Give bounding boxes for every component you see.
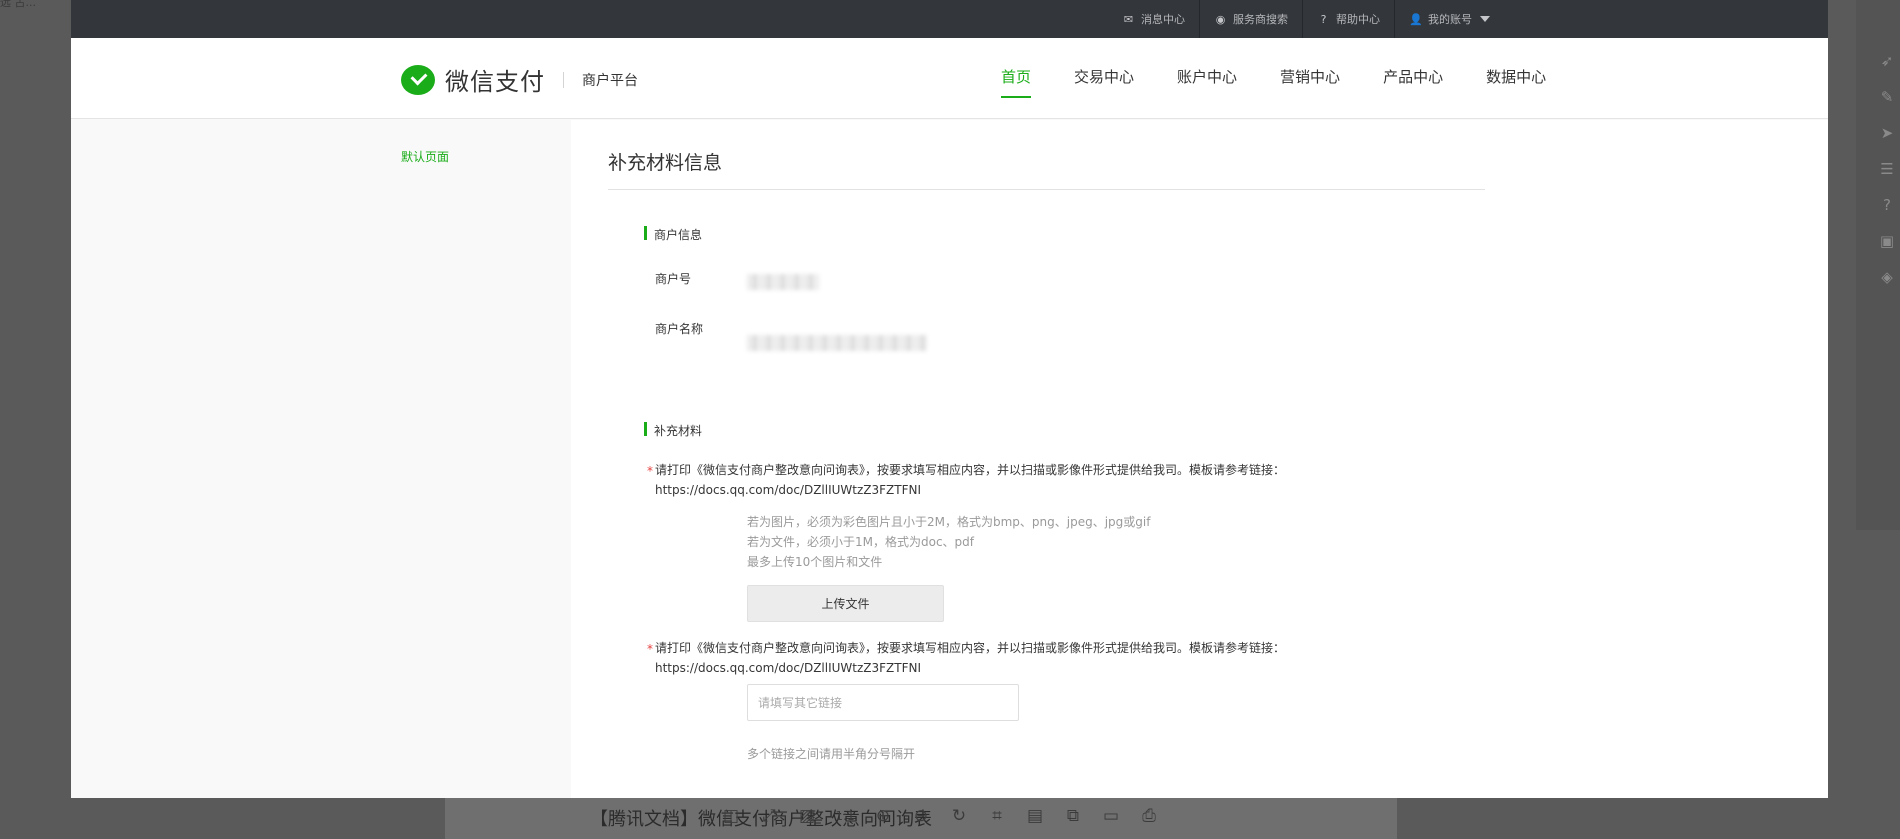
brand-name: 微信支付 (445, 68, 545, 96)
required-asterisk-2: * (647, 642, 653, 656)
main-content: 补充材料信息 商户信息 商户号 商户名称 补充材料 * 请打印《微信支付商户整改… (571, 120, 1828, 798)
link-separator-hint: 多个链接之间请用半角分号隔开 (747, 747, 916, 761)
main-header: 微信支付 商户平台 首页 交易中心 账户中心 营销中心 产品中心 数据中心 (71, 38, 1828, 119)
save-icon[interactable]: ▭ (1100, 805, 1122, 827)
help-icon: ? (1320, 12, 1327, 26)
service-provider-search-link[interactable]: ◉ 服务商搜索 (1199, 0, 1302, 38)
search-icon: ◉ (1215, 12, 1226, 26)
rotate-icon[interactable]: ↻ (948, 805, 970, 827)
nav-product-center[interactable]: 产品中心 (1383, 66, 1443, 98)
help-center-label: 帮助中心 (1336, 13, 1380, 26)
required-asterisk: * (647, 464, 653, 478)
zoom-out-icon[interactable]: ⊖ (910, 805, 932, 827)
merchant-info-heading: 商户信息 (644, 226, 702, 243)
material-1-text: 请打印《微信支付商户整改意向问询表》，按要求填写相应内容，并以扫描或影像件形式提… (655, 463, 1286, 477)
title-divider (608, 189, 1485, 190)
service-provider-search-label: 服务商搜索 (1233, 13, 1288, 26)
message-center-label: 消息中心 (1141, 13, 1185, 26)
merchant-platform-window: ✉ 消息中心 ◉ 服务商搜索 ? 帮助中心 👤 我的账号 微信支付 商户平台 首… (71, 0, 1828, 798)
message-center-link[interactable]: ✉ 消息中心 (1108, 0, 1199, 38)
material-2-instruction: 请打印《微信支付商户整改意向问询表》，按要求填写相应内容，并以扫描或影像件形式提… (655, 638, 1395, 678)
background-corner-text: 远 古... (0, 0, 36, 9)
fit-page-icon[interactable]: ◫ (720, 805, 742, 827)
material-1-instruction: 请打印《微信支付商户整改意向问询表》，按要求填写相应内容，并以扫描或影像件形式提… (655, 460, 1395, 500)
logo-divider (563, 71, 564, 88)
viewer-right-rail (1856, 0, 1900, 530)
merchant-name-label: 商户名称 (655, 322, 704, 336)
settings-sliders-icon[interactable]: ☰ (1878, 160, 1896, 178)
nav-home[interactable]: 首页 (1001, 66, 1032, 98)
location-icon[interactable]: ◈ (1878, 268, 1896, 286)
upload-hint-file: 若为文件，必须小于1M，格式为doc、pdf (747, 535, 975, 549)
my-account-label: 我的账号 (1428, 13, 1472, 26)
crop-icon[interactable]: ⌗ (986, 805, 1008, 827)
cursor-icon[interactable]: ➤ (1878, 124, 1896, 142)
fit-width-icon[interactable]: ⤢ (758, 805, 780, 827)
material-1-template-link[interactable]: https://docs.qq.com/doc/DZllIUWtzZ3FZTFN… (655, 483, 921, 497)
sidebar: 默认页面 (71, 120, 571, 798)
viewer-bottom-toolbar: ◫ ⤢ ▨ 1:1 ⊕ ⊖ ↻ ⌗ ▤ ⧉ ▭ ⎙ (720, 805, 1160, 831)
compare-icon[interactable]: ⧉ (1062, 805, 1084, 827)
help-center-link[interactable]: ? 帮助中心 (1302, 0, 1394, 38)
image-icon[interactable]: ▨ (796, 805, 818, 827)
chevron-down-icon (1480, 16, 1490, 22)
main-nav: 首页 交易中心 账户中心 营销中心 产品中心 数据中心 (1001, 66, 1546, 98)
other-link-input[interactable] (747, 684, 1019, 721)
upload-file-button[interactable]: 上传文件 (747, 585, 944, 622)
rocket-icon[interactable]: ➶ (1878, 52, 1896, 70)
merchant-name-value-redacted (747, 335, 927, 351)
help-circle-icon[interactable]: ? (1878, 196, 1896, 214)
mail-icon: ✉ (1123, 12, 1134, 26)
pen-icon[interactable]: ✎ (1878, 88, 1896, 106)
platform-subtitle: 商户平台 (582, 72, 638, 89)
material-2-text: 请打印《微信支付商户整改意向问询表》，按要求填写相应内容，并以扫描或影像件形式提… (655, 641, 1286, 655)
wechat-pay-logo[interactable]: 微信支付 商户平台 (401, 62, 638, 97)
sidebar-item-default-page[interactable]: 默认页面 (401, 148, 449, 165)
merchant-id-value-redacted (747, 274, 819, 290)
nav-transaction-center[interactable]: 交易中心 (1074, 66, 1134, 98)
zoom-in-icon[interactable]: ⊕ (872, 805, 894, 827)
upload-hint-image: 若为图片，必须为彩色图片且小于2M，格式为bmp、png、jpeg、jpg或gi… (747, 515, 1151, 529)
material-2-template-link[interactable]: https://docs.qq.com/doc/DZllIUWtzZ3FZTFN… (655, 661, 921, 675)
nav-data-center[interactable]: 数据中心 (1486, 66, 1546, 98)
upload-hint-count: 最多上传10个图片和文件 (747, 555, 883, 569)
merchant-id-label: 商户号 (655, 272, 692, 286)
supplementary-materials-heading: 补充材料 (644, 422, 702, 439)
top-utility-bar: ✉ 消息中心 ◉ 服务商搜索 ? 帮助中心 👤 我的账号 (71, 0, 1828, 38)
actual-size-button[interactable]: 1:1 (834, 805, 856, 827)
gallery-icon[interactable]: ▤ (1024, 805, 1046, 827)
nav-marketing-center[interactable]: 营销中心 (1280, 66, 1340, 98)
user-icon: 👤 (1409, 12, 1423, 26)
page-title: 补充材料信息 (608, 152, 723, 174)
image-edit-icon[interactable]: ▣ (1878, 232, 1896, 250)
nav-account-center[interactable]: 账户中心 (1177, 66, 1237, 98)
wechat-pay-logo-icon (401, 64, 435, 95)
my-account-menu[interactable]: 👤 我的账号 (1394, 0, 1504, 38)
print-icon[interactable]: ⎙ (1138, 805, 1160, 827)
